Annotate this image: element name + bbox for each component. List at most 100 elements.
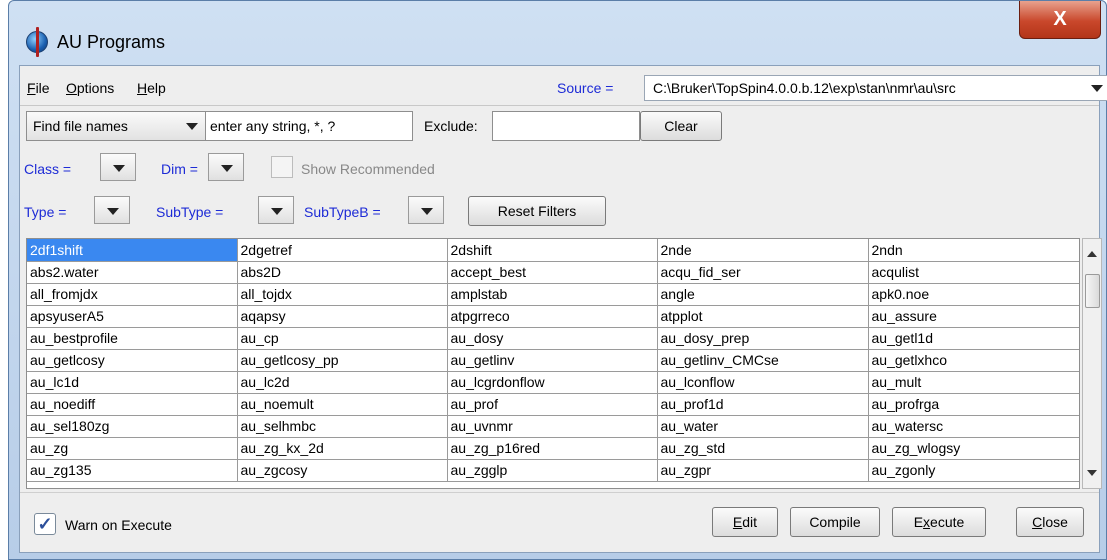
table-cell[interactable]: au_lc2d (237, 371, 448, 394)
table-cell[interactable]: au_sel180zg (27, 415, 238, 438)
table-cell[interactable]: 2dgetref (237, 239, 448, 262)
table-cell[interactable]: au_profrga (868, 393, 1079, 416)
reset-filters-button[interactable]: Reset Filters (468, 196, 606, 226)
table-cell[interactable]: 2ndn (868, 239, 1079, 262)
table-cell[interactable]: 2df1shift (27, 239, 238, 262)
table-cell[interactable]: au_lcgrdonflow (447, 371, 658, 394)
table-cell[interactable]: au_zg_p16red (447, 437, 658, 460)
table-cell[interactable]: au_dosy_prep (657, 327, 869, 350)
table-cell[interactable]: au_lc1d (27, 371, 238, 394)
table-cell[interactable]: au_prof1d (657, 393, 869, 416)
subtype-dropdown[interactable] (258, 196, 294, 224)
scroll-thumb[interactable] (1085, 274, 1100, 308)
search-input-value: enter any string, *, ? (210, 118, 336, 134)
table-row[interactable]: au_zg au_zg_kx_2d au_zg_p16red au_zg_std au_… (27, 437, 1079, 460)
table-cell[interactable]: aqapsy (237, 305, 448, 328)
exclude-input[interactable] (492, 111, 640, 141)
close-button[interactable]: Close (1016, 507, 1084, 537)
table-cell[interactable]: au_zg135 (27, 459, 238, 482)
table-cell[interactable]: au_zg_std (657, 437, 869, 460)
show-recommended-label: Show Recommended (301, 161, 435, 177)
table-cell[interactable]: acqu_fid_ser (657, 261, 869, 284)
table-cell[interactable]: au_getl1d (868, 327, 1079, 350)
table-cell[interactable]: angle (657, 283, 869, 306)
edit-button[interactable]: Edit (712, 507, 778, 537)
table-cell[interactable]: amplstab (447, 283, 658, 306)
table-cell[interactable]: atpplot (657, 305, 869, 328)
table-cell[interactable]: au_zgglp (447, 459, 658, 482)
menu-file[interactable]: File (27, 80, 50, 96)
show-recommended-checkbox[interactable] (271, 156, 293, 178)
table-cell[interactable]: all_fromjdx (27, 283, 238, 306)
table-cell[interactable]: au_selhmbc (237, 415, 448, 438)
table-row[interactable]: au_lc1d au_lc2d au_lcgrdonflow au_lconflow a… (27, 371, 1079, 394)
table-cell[interactable]: accept_best (447, 261, 658, 284)
table-cell[interactable]: au_zgcosy (237, 459, 448, 482)
table-cell[interactable]: au_zgpr (657, 459, 869, 482)
table-cell[interactable]: au_getlinv (447, 349, 658, 372)
table-cell[interactable]: au_getlinv_CMCse (657, 349, 869, 372)
table-row[interactable]: all_fromjdx all_tojdx amplstab angle apk0.no… (27, 283, 1079, 306)
table-cell[interactable]: all_tojdx (237, 283, 448, 306)
table-row[interactable]: au_sel180zg au_selhmbc au_uvnmr au_water au_… (27, 415, 1079, 438)
table-cell[interactable]: au_zg_wlogsy (868, 437, 1079, 460)
scroll-down-icon[interactable] (1087, 470, 1097, 476)
table-cell[interactable]: au_zgonly (868, 459, 1079, 482)
menu-options[interactable]: Options (66, 80, 114, 96)
execute-button[interactable]: Execute (892, 507, 986, 537)
table-cell[interactable]: 2nde (657, 239, 869, 262)
table-cell[interactable]: au_getlcosy_pp (237, 349, 448, 372)
table-cell[interactable]: abs2D (237, 261, 448, 284)
table-cell[interactable]: au_assure (868, 305, 1079, 328)
chevron-down-icon (421, 208, 433, 215)
table-cell[interactable]: au_prof (447, 393, 658, 416)
table-cell[interactable]: au_mult (868, 371, 1079, 394)
table-cell[interactable]: 2dshift (447, 239, 658, 262)
table-cell[interactable]: au_getlcosy (27, 349, 238, 372)
table-row[interactable]: 2df1shift 2dgetref 2dshift 2nde 2ndn (27, 239, 1079, 262)
clear-button[interactable]: Clear (640, 111, 722, 141)
search-input[interactable]: enter any string, *, ? (205, 111, 413, 141)
table-row[interactable]: au_getlcosy au_getlcosy_pp au_getlinv au_ge… (27, 349, 1079, 372)
menu-options-mnemonic: O (66, 80, 77, 96)
table-cell[interactable]: apk0.noe (868, 283, 1079, 306)
warn-on-execute-checkbox[interactable]: ✓ (34, 513, 56, 535)
table-cell[interactable]: au_zg_kx_2d (237, 437, 448, 460)
scroll-up-icon[interactable] (1087, 251, 1097, 257)
table-row[interactable]: au_bestprofile au_cp au_dosy au_dosy_prep au… (27, 327, 1079, 350)
source-dropdown[interactable]: C:\Bruker\TopSpin4.0.0.b.12\exp\stan\nmr… (644, 75, 1107, 101)
table-cell[interactable]: au_lconflow (657, 371, 869, 394)
class-label: Class = (24, 161, 72, 177)
table-row[interactable]: apsyuserA5 aqapsy atpgrreco atpplot au_assur… (27, 305, 1079, 328)
class-dropdown[interactable] (100, 153, 136, 181)
au-program-table[interactable]: 2df1shift 2dgetref 2dshift 2nde 2ndn abs2.wat… (26, 238, 1080, 489)
table-cell[interactable]: au_dosy (447, 327, 658, 350)
table-cell[interactable]: au_bestprofile (27, 327, 238, 350)
menu-help[interactable]: Help (137, 80, 166, 96)
dialog-client-area: File Options Help Source = C:\Bruker\Top… (19, 65, 1107, 553)
table-cell[interactable]: au_noediff (27, 393, 238, 416)
table-scrollbar[interactable] (1082, 238, 1102, 489)
table-cell[interactable]: au_noemult (237, 393, 448, 416)
table-cell[interactable]: au_getlxhco (868, 349, 1079, 372)
table-cell[interactable]: atpgrreco (447, 305, 658, 328)
compile-button[interactable]: Compile (790, 507, 880, 537)
dim-dropdown[interactable] (208, 153, 244, 181)
subtypeb-label: SubTypeB = (304, 204, 381, 220)
table-cell[interactable]: au_water (657, 415, 869, 438)
table-cell[interactable]: au_cp (237, 327, 448, 350)
subtypeb-dropdown[interactable] (408, 196, 444, 224)
window-close-button[interactable]: X (1019, 1, 1101, 39)
table-cell[interactable]: au_uvnmr (447, 415, 658, 438)
type-dropdown[interactable] (94, 196, 130, 224)
title-bar[interactable]: AU Programs X (9, 1, 1106, 65)
table-row[interactable]: au_noediff au_noemult au_prof au_prof1d au_p… (27, 393, 1079, 416)
table-cell[interactable]: apsyuserA5 (27, 305, 238, 328)
table-cell[interactable]: acqulist (868, 261, 1079, 284)
table-cell[interactable]: au_zg (27, 437, 238, 460)
table-row[interactable]: abs2.water abs2D accept_best acqu_fid_ser ac… (27, 261, 1079, 284)
find-mode-dropdown[interactable]: Find file names (26, 111, 206, 141)
table-cell[interactable]: au_watersc (868, 415, 1079, 438)
table-cell[interactable]: abs2.water (27, 261, 238, 284)
table-row[interactable]: au_zg135 au_zgcosy au_zgglp au_zgpr au_zgonl… (27, 459, 1079, 482)
